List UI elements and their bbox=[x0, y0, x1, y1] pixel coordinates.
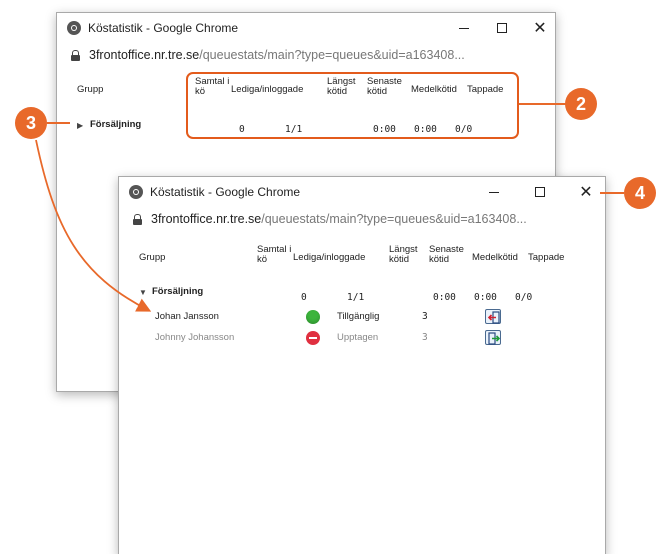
callout-arrows bbox=[35, 103, 624, 312]
callout-3-arrow bbox=[35, 139, 152, 312]
callout-badge-4: 4 bbox=[624, 177, 656, 209]
callout-badge-3: 3 bbox=[15, 107, 47, 139]
callout-badge-2: 2 bbox=[565, 88, 597, 120]
